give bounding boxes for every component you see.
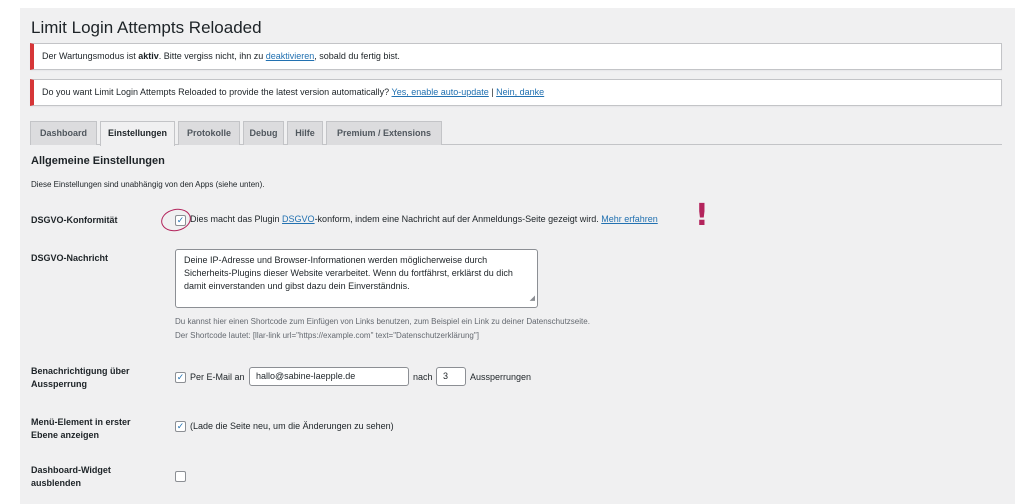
gdpr-description: Dies macht das Plugin DSGVO-konform, ind… <box>190 214 658 224</box>
notice-bold: aktiv <box>138 51 159 61</box>
email-text: Per E-Mail an <box>190 372 245 382</box>
nav-tabs: Dashboard Einstellungen Protokolle Debug… <box>30 121 1002 146</box>
gdpr-label: DSGVO-Konformität <box>31 215 118 225</box>
notice-text: . Bitte vergiss nicht, ihn zu <box>158 51 266 61</box>
lockout-count-input[interactable]: 3 <box>436 367 466 386</box>
learn-more-link[interactable]: Mehr erfahren <box>601 214 658 224</box>
maintenance-notice: Der Wartungsmodus ist aktiv. Bitte vergi… <box>30 43 1002 70</box>
notice-text: , sobald du fertig bist. <box>314 51 400 61</box>
tab-premium[interactable]: Premium / Extensions <box>326 121 442 145</box>
tab-settings[interactable]: Einstellungen <box>100 121 175 146</box>
gdpr-shortcode-hint: Der Shortcode lautet: [llar-link url="ht… <box>175 331 479 340</box>
dashboard-widget-label: Dashboard-Widget ausblenden <box>31 465 111 488</box>
menu-top-description: (Lade die Seite neu, um die Änderungen z… <box>190 421 394 431</box>
autoupdate-notice: Do you want Limit Login Attempts Reloade… <box>30 79 1002 106</box>
gdpr-message-textarea[interactable]: Deine IP-Adresse und Browser-Information… <box>175 249 538 308</box>
gdpr-hint: Du kannst hier einen Shortcode zum Einfü… <box>175 317 590 326</box>
gdpr-text: -konform, indem eine Nachricht auf der A… <box>314 214 602 224</box>
deactivate-link[interactable]: deaktivieren <box>266 51 315 61</box>
after-text: nach <box>413 372 433 382</box>
dsgvo-link[interactable]: DSGVO <box>282 214 315 224</box>
notice-text: Do you want Limit Login Attempts Reloade… <box>42 87 392 97</box>
decline-autoupdate-link[interactable]: Nein, danke <box>496 87 544 97</box>
menu-top-checkbox[interactable]: ✓ <box>175 421 186 432</box>
section-description: Diese Einstellungen sind unabhängig von … <box>31 180 265 189</box>
resize-handle-icon[interactable]: ◢ <box>530 292 535 305</box>
textarea-content: Deine IP-Adresse und Browser-Information… <box>184 255 516 291</box>
tab-help[interactable]: Hilfe <box>287 121 323 145</box>
lockouts-unit-text: Aussperrungen <box>470 372 532 382</box>
lockout-email-checkbox[interactable]: ✓ <box>175 372 186 383</box>
page-title: Limit Login Attempts Reloaded <box>31 18 262 37</box>
gdpr-text: Dies macht das Plugin <box>190 214 283 224</box>
menu-top-label: Menü-Element in erster Ebene anzeigen <box>31 417 131 440</box>
dashboard-widget-checkbox[interactable] <box>175 471 186 482</box>
notice-text: Der Wartungsmodus ist <box>42 51 139 61</box>
gdpr-checkbox[interactable]: ✓ <box>175 215 186 226</box>
email-input[interactable]: hallo@sabine-laepple.de <box>249 367 409 386</box>
gdpr-message-label: DSGVO-Nachricht <box>31 253 109 263</box>
tab-dashboard[interactable]: Dashboard <box>30 121 97 145</box>
section-title: Allgemeine Einstellungen <box>31 155 165 167</box>
enable-autoupdate-link[interactable]: Yes, enable auto-update <box>392 87 489 97</box>
tab-logs[interactable]: Protokolle <box>178 121 240 145</box>
tab-debug[interactable]: Debug <box>243 121 284 145</box>
exclamation-mark-icon: ! <box>695 198 709 233</box>
admin-content: Limit Login Attempts Reloaded Der Wartun… <box>20 8 1015 504</box>
lockout-notify-label: Benachrichtigung über Aussperrung <box>31 366 130 389</box>
